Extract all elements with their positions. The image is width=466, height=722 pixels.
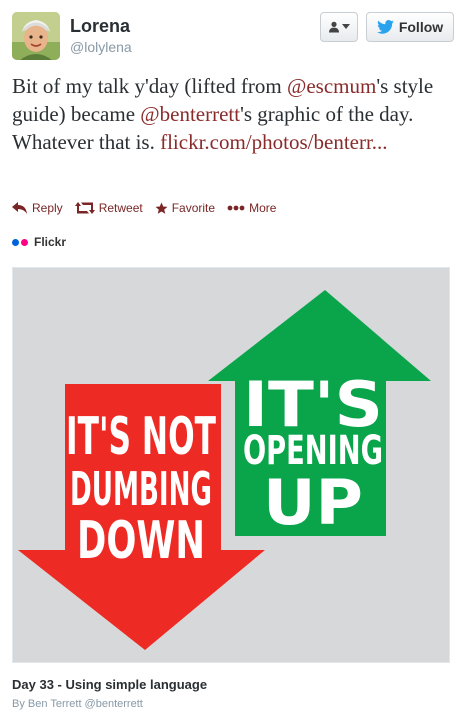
down-arrow-text-2: DUMBING bbox=[70, 462, 212, 516]
more-label: More bbox=[249, 201, 277, 215]
user-icon bbox=[329, 21, 339, 33]
tweet-text-part: Bit of my talk y'day (lifted from bbox=[12, 74, 287, 98]
caret-down-icon bbox=[342, 24, 350, 29]
user-actions-button[interactable] bbox=[320, 12, 358, 42]
mention-link[interactable]: @escmum bbox=[287, 74, 376, 98]
avatar[interactable] bbox=[12, 12, 60, 60]
favorite-action[interactable]: Favorite bbox=[155, 201, 215, 215]
retweet-icon bbox=[74, 202, 95, 214]
media-source[interactable]: Flickr bbox=[12, 235, 66, 249]
media-caption[interactable]: Day 33 - Using simple language bbox=[12, 677, 207, 692]
tweet-text: Bit of my talk y'day (lifted from @escmu… bbox=[12, 72, 454, 156]
media-source-label: Flickr bbox=[34, 235, 67, 249]
favorite-label: Favorite bbox=[171, 201, 216, 215]
follow-label: Follow bbox=[398, 19, 444, 35]
up-arrow-text-3: UP bbox=[263, 466, 363, 539]
retweet-label: Retweet bbox=[98, 201, 143, 215]
media-credit[interactable]: By Ben Terrett @benterrett bbox=[12, 698, 143, 710]
user-handle[interactable]: @lolylena bbox=[70, 39, 132, 55]
follow-button[interactable]: Follow bbox=[366, 12, 454, 42]
reply-label: Reply bbox=[32, 201, 63, 215]
reply-action[interactable]: Reply bbox=[12, 201, 63, 215]
twitter-bird-icon bbox=[376, 20, 394, 34]
url-link[interactable]: flickr.com/photos/benterr... bbox=[160, 130, 387, 154]
mention-link[interactable]: @benterrett bbox=[140, 102, 240, 126]
retweet-action[interactable]: Retweet bbox=[74, 201, 143, 215]
flickr-icon bbox=[12, 238, 28, 246]
more-icon bbox=[227, 205, 245, 211]
more-action[interactable]: More bbox=[227, 201, 276, 215]
display-name[interactable]: Lorena bbox=[70, 16, 130, 37]
down-arrow-text-3: DOWN bbox=[77, 511, 205, 571]
star-icon bbox=[155, 202, 168, 214]
tweet-actions: Reply Retweet Favorite More bbox=[12, 198, 288, 218]
reply-icon bbox=[12, 202, 27, 214]
tweet-header: Lorena @lolylena Follow bbox=[12, 12, 454, 62]
media-image[interactable]: IT'S OPENING UP IT'S NOT DUMBING DOWN bbox=[12, 267, 450, 663]
down-arrow-text-1: IT'S NOT bbox=[66, 407, 216, 467]
